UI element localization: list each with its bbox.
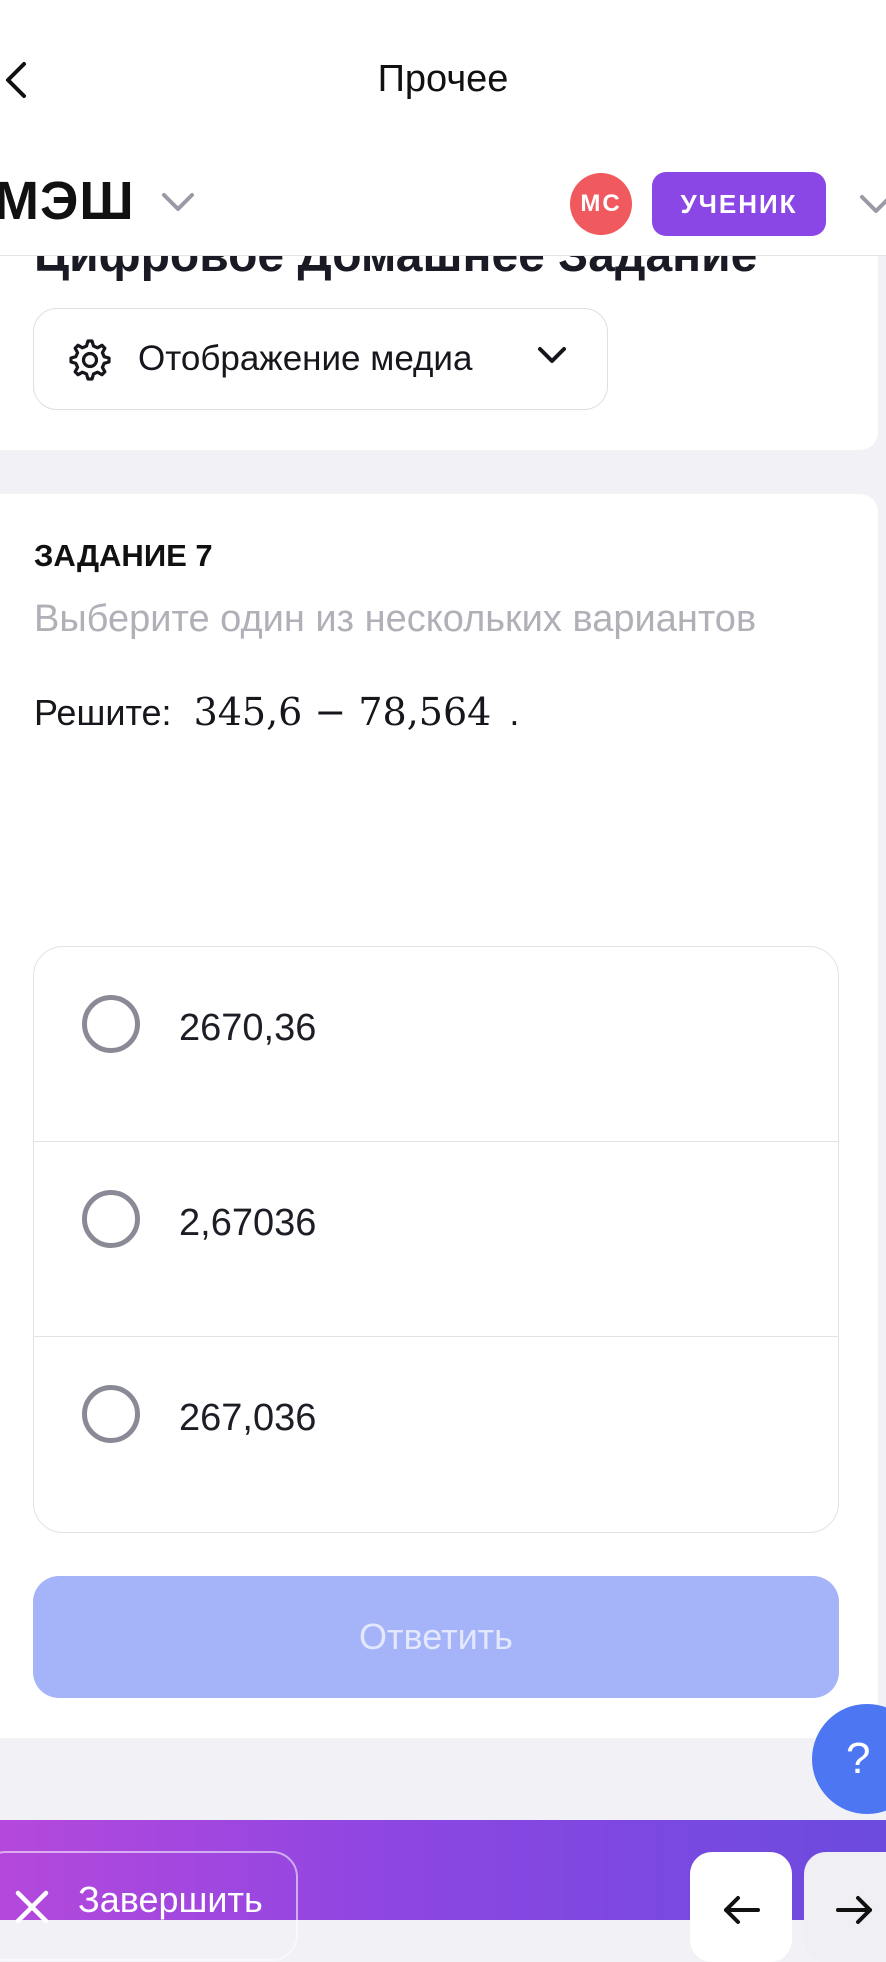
media-dropdown-label: Отображение медиа	[138, 339, 473, 378]
answer-option[interactable]: 2,67036	[34, 1142, 838, 1337]
radio-button[interactable]	[82, 1190, 140, 1248]
option-label: 2670,36	[179, 1007, 317, 1049]
math-expression: 345,6 − 78,564	[193, 690, 492, 734]
finish-button[interactable]: Завершить	[0, 1851, 298, 1961]
gear-icon	[69, 339, 111, 381]
role-badge[interactable]: УЧЕНИК	[652, 172, 826, 236]
finish-label: Завершить	[78, 1879, 263, 1920]
option-label: 267,036	[179, 1397, 317, 1439]
task-number: ЗАДАНИЕ 7	[34, 538, 213, 573]
arrow-left-icon	[724, 1896, 760, 1924]
next-task-button[interactable]	[804, 1852, 886, 1962]
chevron-down-icon[interactable]	[160, 190, 196, 214]
answer-option[interactable]: 267,036	[34, 1337, 838, 1532]
question-suffix: .	[509, 692, 520, 733]
close-icon	[15, 1890, 49, 1924]
media-display-dropdown[interactable]: Отображение медиа	[33, 308, 608, 410]
arrow-right-icon	[836, 1896, 872, 1924]
page-title: Прочее	[377, 58, 509, 100]
answer-option[interactable]: 2670,36	[34, 947, 838, 1142]
task-hint: Выберите один из нескольких вариантов	[34, 598, 757, 640]
chevron-down-icon	[538, 347, 566, 363]
brand-logo[interactable]: МЭШ	[0, 170, 135, 232]
previous-task-button[interactable]	[690, 1852, 792, 1962]
answer-options: 2670,36 2,67036 267,036	[33, 946, 839, 1533]
chevron-down-icon[interactable]	[858, 192, 886, 216]
radio-button[interactable]	[82, 1385, 140, 1443]
radio-button[interactable]	[82, 995, 140, 1053]
task-question: Решите: 345,6 − 78,564 .	[34, 690, 519, 734]
option-label: 2,67036	[179, 1202, 317, 1244]
answer-button[interactable]: Ответить	[33, 1576, 839, 1698]
question-prefix: Решите:	[34, 692, 172, 733]
avatar[interactable]: МС	[570, 173, 632, 235]
